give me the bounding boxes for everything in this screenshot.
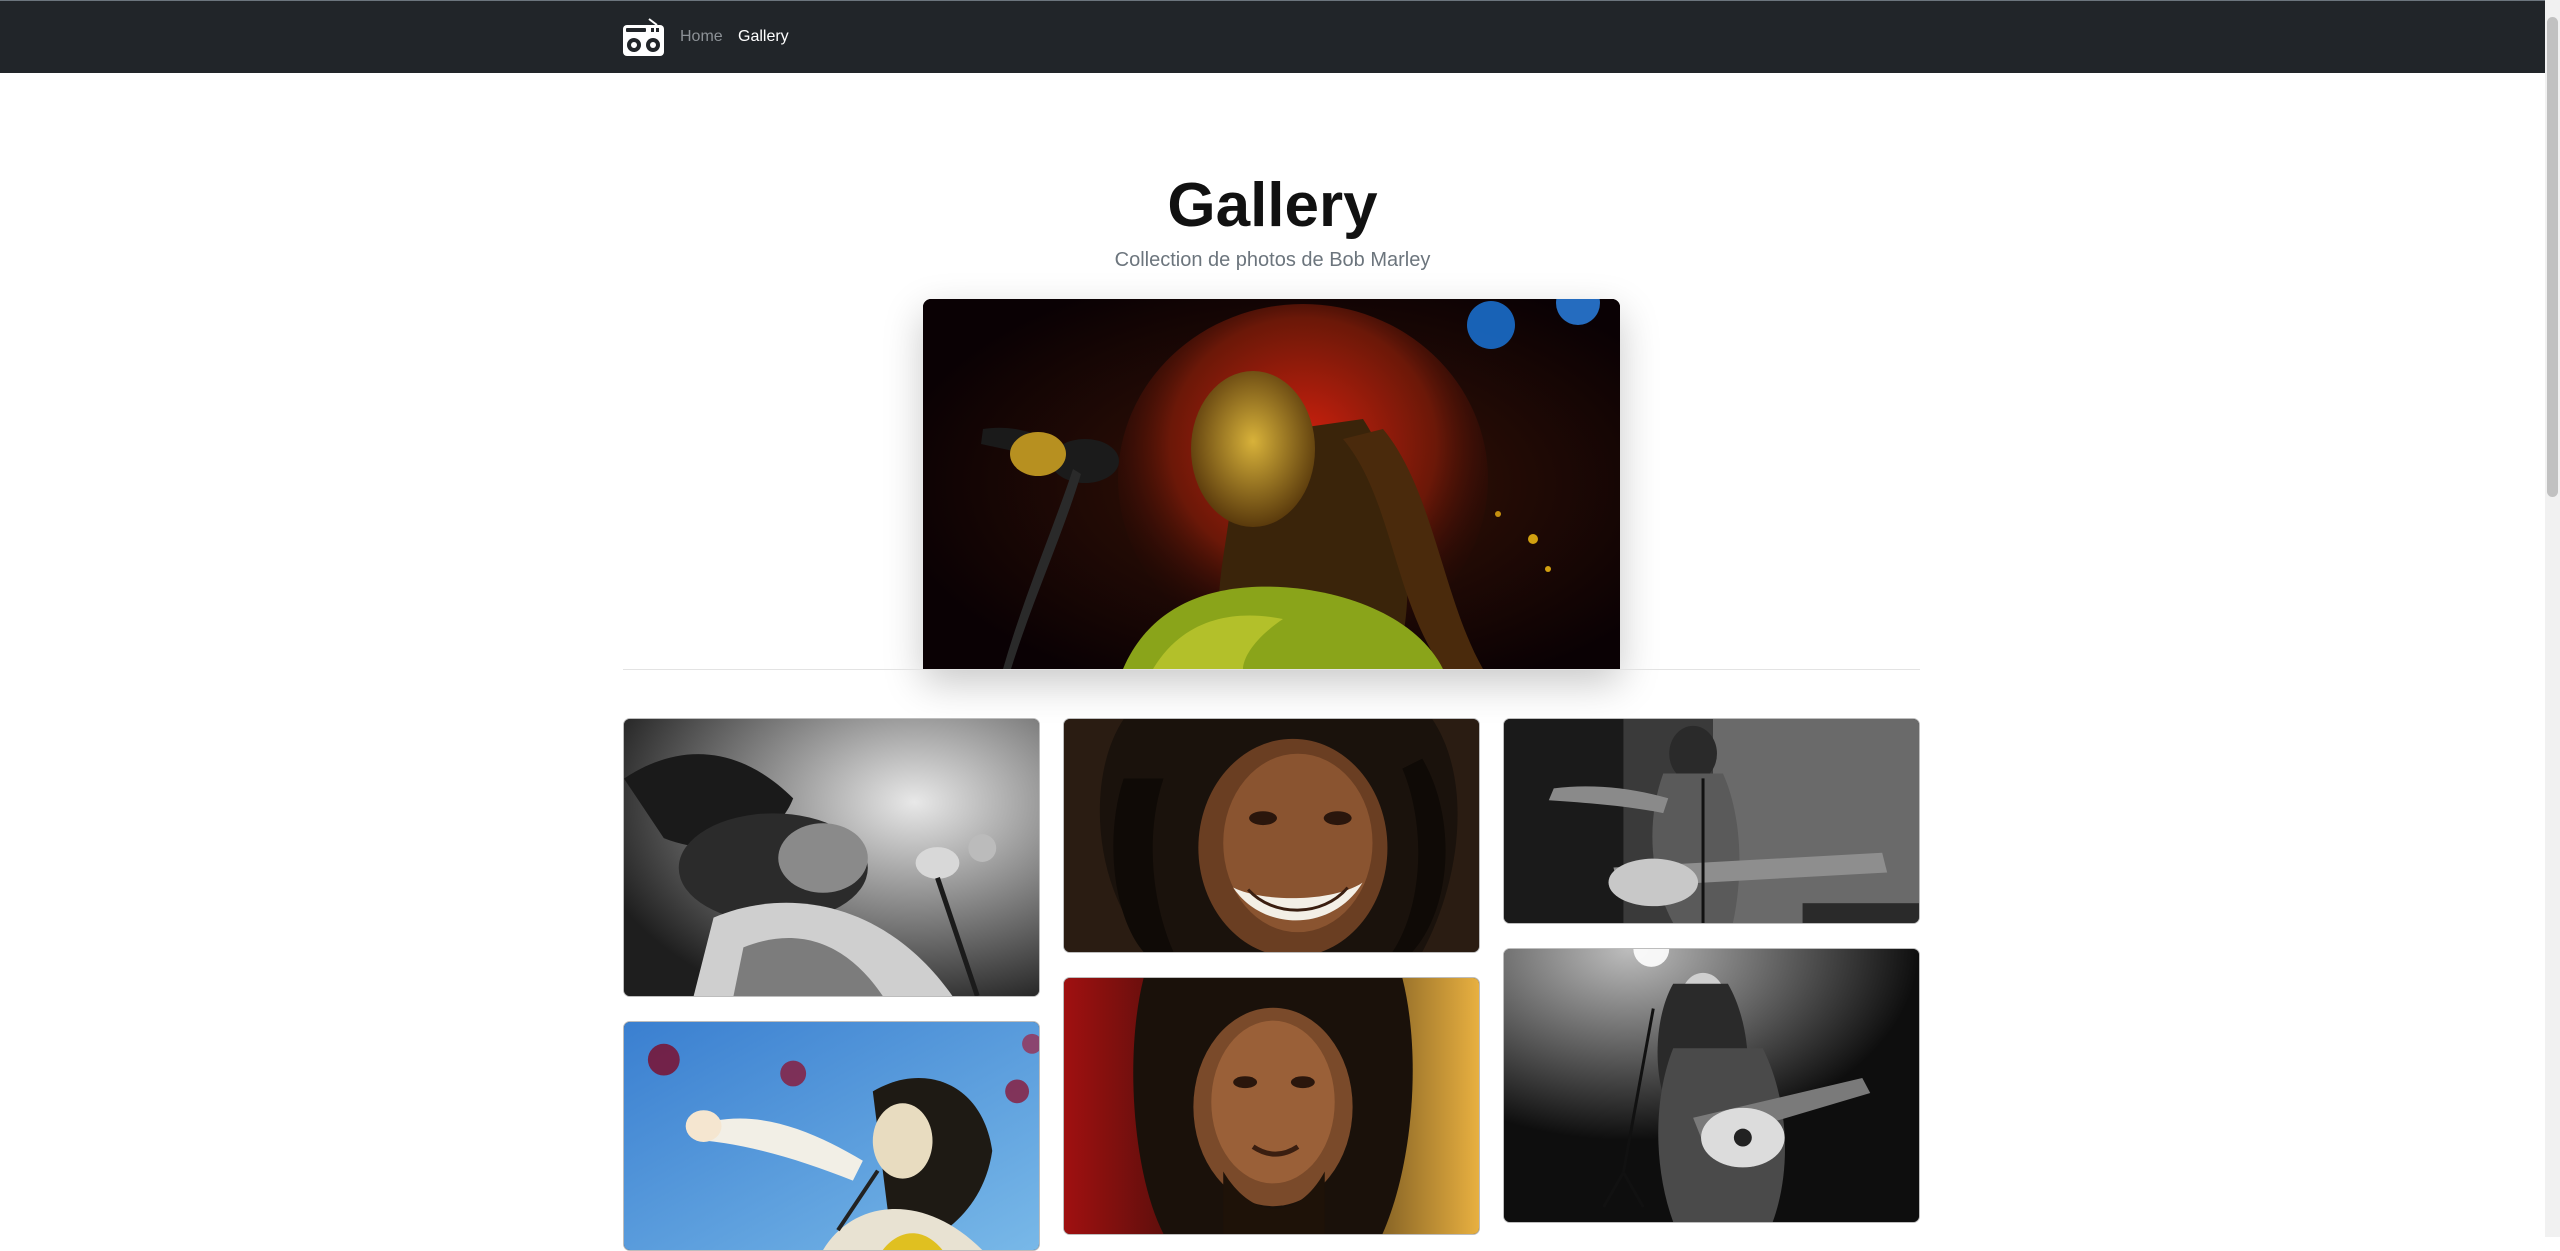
page-title: Gallery: [1167, 171, 1378, 240]
nav-link-home[interactable]: Home: [680, 27, 723, 47]
gallery-photo[interactable]: [1503, 718, 1920, 924]
navbar: Home Gallery: [0, 0, 2545, 73]
gallery-photo[interactable]: [1063, 718, 1480, 953]
hero-image: [923, 299, 1620, 669]
nav-link-gallery[interactable]: Gallery: [738, 27, 789, 47]
boombox-icon: [623, 18, 664, 56]
page-subtitle: Collection de photos de Bob Marley: [1114, 249, 1431, 271]
gallery-photo[interactable]: [623, 1021, 1040, 1251]
scrollbar-thumb[interactable]: [2547, 17, 2558, 497]
gallery-photo[interactable]: [623, 718, 1040, 997]
gallery-photo[interactable]: [1503, 948, 1920, 1223]
brand-logo[interactable]: [622, 17, 665, 57]
section-divider: [623, 669, 1920, 670]
gallery-photo[interactable]: [1063, 977, 1480, 1235]
